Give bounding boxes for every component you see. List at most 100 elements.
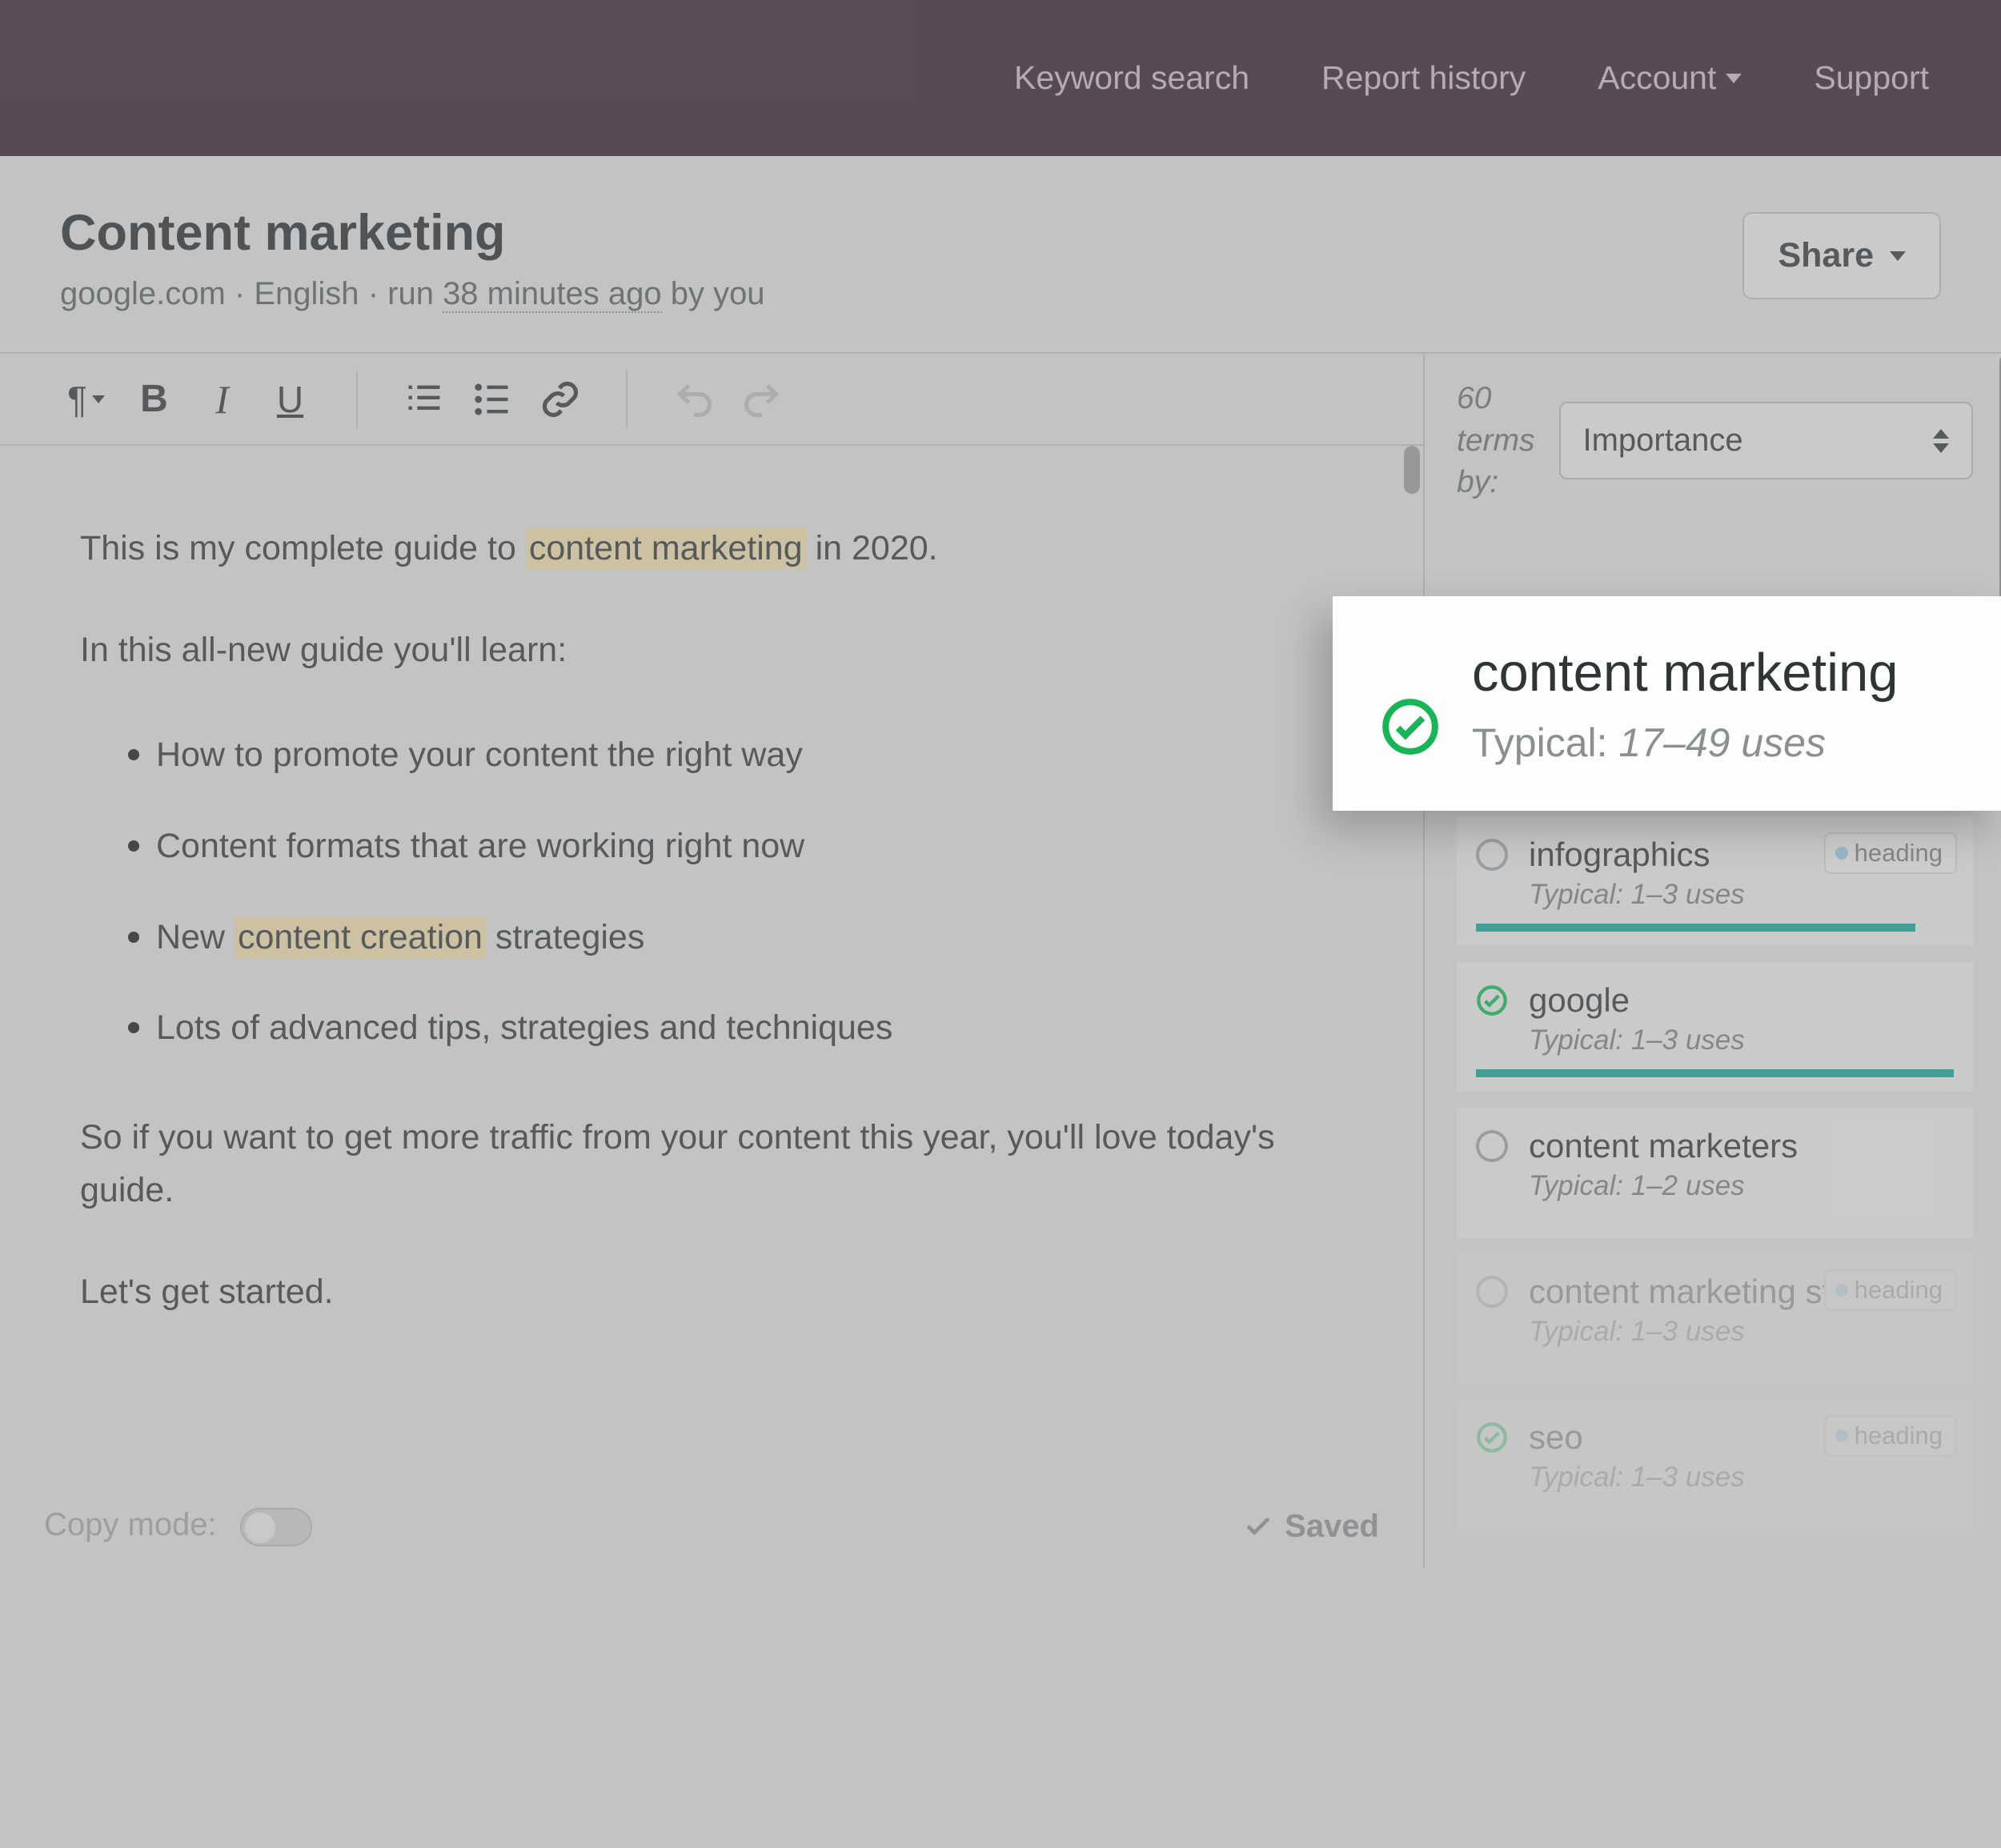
nav-account-label: Account: [1598, 59, 1716, 97]
term-card[interactable]: content marketers Typical: 1–2 uses: [1457, 1108, 1973, 1237]
nav-support[interactable]: Support: [1814, 59, 1929, 97]
text: In this all-new guide you'll learn:: [80, 623, 1343, 677]
text: Let's get started.: [80, 1265, 1343, 1319]
editor-footer: Copy mode: Saved: [0, 1485, 1423, 1569]
popover-term-name: content marketing: [1472, 641, 1899, 705]
underline-icon: U: [277, 378, 303, 421]
meta-run-by: by you: [671, 276, 765, 311]
list-item: New content creation strategies: [156, 907, 1343, 964]
italic-icon: I: [215, 376, 229, 423]
chevron-down-icon: [1890, 251, 1906, 261]
meta-domain: google.com: [60, 276, 226, 311]
text: in 2020.: [806, 529, 938, 567]
bold-button[interactable]: B: [120, 365, 188, 433]
redo-icon: [741, 379, 783, 420]
nav-account[interactable]: Account: [1598, 59, 1742, 97]
list-item: How to promote your content the right wa…: [156, 724, 1343, 782]
term-progress: [1476, 1506, 1954, 1514]
saved-indicator: Saved: [1243, 1509, 1379, 1545]
term-card[interactable]: seo Typical: 1–3 uses heading: [1457, 1399, 1973, 1529]
check-icon: [1243, 1511, 1273, 1541]
term-typical: Typical: 1–2 uses: [1529, 1170, 1954, 1202]
page-subtitle: google.com · English · run 38 minutes ag…: [60, 276, 765, 312]
terms-list: infographics Typical: 1–3 uses heading goog…: [1457, 816, 1973, 1529]
term-progress: [1476, 924, 1954, 932]
heading-badge: heading: [1824, 1415, 1957, 1457]
term-typical: Typical: 1–3 uses: [1529, 879, 1954, 911]
sort-arrows-icon: [1933, 429, 1949, 453]
italic-button[interactable]: I: [188, 365, 256, 433]
term-typical: Typical: 1–3 uses: [1529, 1024, 1954, 1056]
term-progress: [1476, 1361, 1954, 1369]
ordered-list-button[interactable]: [390, 365, 458, 433]
term-detail-popover: content marketing Typical: 17–49 uses: [1333, 596, 2001, 811]
term-typical: Typical: 1–3 uses: [1529, 1461, 1954, 1493]
link-button[interactable]: [526, 365, 594, 433]
editor-scrollbar[interactable]: [1404, 446, 1420, 494]
term-progress: [1476, 1215, 1954, 1223]
link-icon: [539, 379, 581, 420]
text: strategies: [486, 918, 644, 956]
meta-language: English: [254, 276, 359, 311]
term-name: content marketers: [1529, 1127, 1798, 1165]
editor-content[interactable]: This is my complete guide to content mar…: [0, 446, 1423, 1415]
text: So if you want to get more traffic from …: [80, 1111, 1343, 1217]
empty-circle-icon: [1476, 1276, 1508, 1308]
top-nav: Keyword search Report history Account Su…: [0, 0, 2001, 156]
term-name: google: [1529, 981, 1630, 1020]
unordered-list-button[interactable]: [458, 365, 526, 433]
meta-run-prefix: run: [387, 276, 434, 311]
unordered-list-icon: [471, 379, 513, 420]
undo-button[interactable]: [660, 365, 728, 433]
page-header: Content marketing google.com · English ·…: [0, 156, 2001, 352]
check-circle-icon: [1381, 641, 1440, 760]
text: New: [156, 918, 235, 956]
editor-toolbar: ¶ B I U: [0, 354, 1423, 446]
sort-select[interactable]: Importance: [1559, 402, 1974, 479]
paragraph-style-button[interactable]: ¶: [52, 365, 120, 433]
list-item: Content formats that are working right n…: [156, 816, 1343, 873]
nav-report-history[interactable]: Report history: [1321, 59, 1526, 97]
highlighted-term: content marketing: [526, 527, 806, 569]
terms-count-label: 60 terms by:: [1457, 378, 1535, 504]
chevron-down-icon: [1726, 74, 1742, 83]
check-circle-icon: [1476, 984, 1508, 1016]
page-title: Content marketing: [60, 204, 765, 262]
term-card[interactable]: infographics Typical: 1–3 uses heading: [1457, 816, 1973, 946]
popover-typical: Typical: 17–49 uses: [1472, 720, 1899, 766]
check-circle-icon: [1476, 1421, 1508, 1453]
text: This is my complete guide to: [80, 529, 526, 567]
copy-mode-toggle[interactable]: [240, 1508, 312, 1546]
bold-icon: B: [140, 377, 168, 421]
copy-mode-group: Copy mode:: [44, 1507, 312, 1545]
sort-value: Importance: [1583, 423, 1743, 459]
editor-pane: ¶ B I U: [0, 354, 1425, 1569]
list-item: Lots of advanced tips, strategies and te…: [156, 997, 1343, 1055]
term-name: seo: [1529, 1418, 1583, 1457]
terms-sidebar: 60 terms by: Importance infographics Typi…: [1425, 354, 2001, 1569]
empty-circle-icon: [1476, 1130, 1508, 1162]
undo-icon: [673, 379, 715, 420]
saved-label: Saved: [1285, 1509, 1379, 1545]
chevron-down-icon: [92, 395, 105, 403]
empty-circle-icon: [1476, 839, 1508, 871]
term-card[interactable]: google Typical: 1–3 uses: [1457, 962, 1973, 1092]
sidebar-header: 60 terms by: Importance: [1457, 378, 1973, 504]
share-label: Share: [1778, 236, 1874, 275]
editor-list: How to promote your content the right wa…: [156, 724, 1343, 1055]
term-card[interactable]: content marketing strategyTypical: 1–3 u…: [1457, 1253, 1973, 1383]
meta-run-time[interactable]: 38 minutes ago: [443, 276, 662, 313]
highlighted-term: content creation: [235, 916, 486, 958]
heading-badge: heading: [1824, 832, 1957, 874]
term-typical: Typical: 1–3 uses: [1529, 1316, 1954, 1348]
nav-keyword-search[interactable]: Keyword search: [1014, 59, 1249, 97]
redo-button[interactable]: [728, 365, 796, 433]
heading-badge: heading: [1824, 1269, 1957, 1311]
share-button[interactable]: Share: [1742, 212, 1941, 299]
term-progress: [1476, 1069, 1954, 1077]
underline-button[interactable]: U: [256, 365, 324, 433]
copy-mode-label: Copy mode:: [44, 1507, 217, 1542]
pilcrow-icon: ¶: [67, 378, 87, 421]
term-name: infographics: [1529, 836, 1710, 874]
ordered-list-icon: [403, 379, 445, 420]
